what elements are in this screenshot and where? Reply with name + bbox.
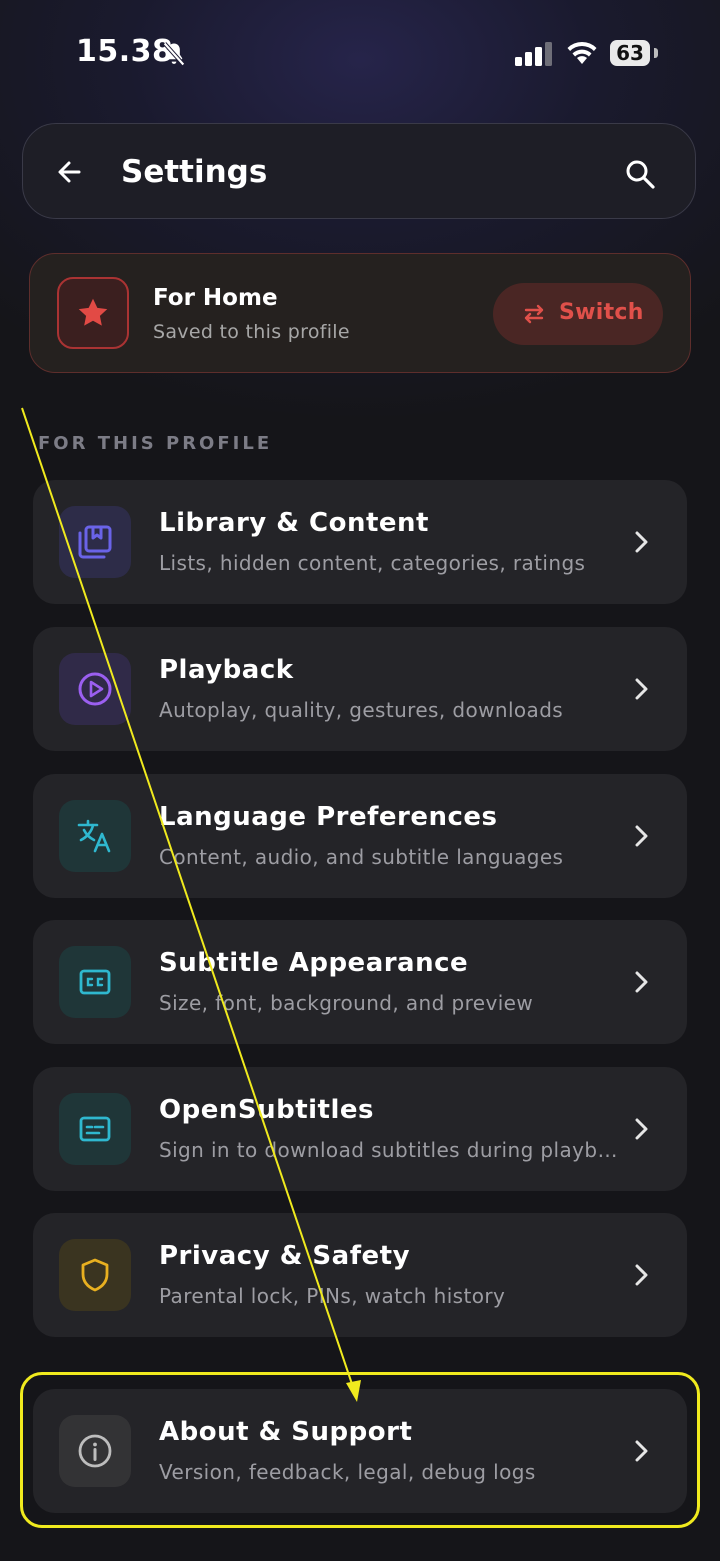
settings-item-library[interactable]: Library & Content Lists, hidden content,… xyxy=(33,480,687,604)
cellular-signal-icon xyxy=(515,42,552,66)
wifi-icon xyxy=(567,41,597,64)
subtitles-icon xyxy=(79,1116,111,1142)
info-icon xyxy=(78,1434,112,1468)
settings-item-subtitle-appearance[interactable]: Subtitle Appearance Size, font, backgrou… xyxy=(33,920,687,1044)
settings-item-subtitle: Sign in to download subtitles during pla… xyxy=(159,1138,629,1162)
settings-item-title: Subtitle Appearance xyxy=(159,948,469,978)
profile-name: For Home xyxy=(153,285,278,311)
settings-item-subtitle: Autoplay, quality, gestures, downloads xyxy=(159,698,564,722)
settings-item-title: About & Support xyxy=(159,1417,413,1447)
shield-icon xyxy=(81,1258,109,1292)
chevron-right-icon xyxy=(635,1264,648,1286)
chevron-right-icon xyxy=(635,678,648,700)
chevron-right-icon xyxy=(635,1118,648,1140)
translate-icon xyxy=(77,819,111,853)
settings-item-title: Library & Content xyxy=(159,508,429,538)
chevron-right-icon xyxy=(635,531,648,553)
search-icon[interactable] xyxy=(623,157,657,191)
settings-item-subtitle: Version, feedback, legal, debug logs xyxy=(159,1460,536,1484)
chevron-right-icon xyxy=(635,1440,648,1462)
settings-item-subtitle: Parental lock, PINs, watch history xyxy=(159,1284,506,1308)
play-circle-icon xyxy=(78,672,112,706)
translate-icon-tile xyxy=(59,800,131,872)
settings-item-privacy[interactable]: Privacy & Safety Parental lock, PINs, wa… xyxy=(33,1213,687,1337)
battery-tip xyxy=(654,48,658,58)
subtitles-icon-tile xyxy=(59,1093,131,1165)
status-time: 15.38 xyxy=(76,34,174,69)
library-icon xyxy=(78,525,112,559)
settings-item-subtitle: Size, font, background, and preview xyxy=(159,991,534,1015)
settings-item-title: Language Preferences xyxy=(159,802,498,832)
captions-icon-tile xyxy=(59,946,131,1018)
info-icon-tile xyxy=(59,1415,131,1487)
settings-item-playback[interactable]: Playback Autoplay, quality, gestures, do… xyxy=(33,627,687,751)
profile-subtitle: Saved to this profile xyxy=(153,321,350,343)
swap-arrows-icon xyxy=(524,304,544,324)
settings-item-title: Privacy & Safety xyxy=(159,1241,411,1271)
star-icon xyxy=(78,298,108,326)
page-title: Settings xyxy=(121,154,268,190)
arrow-left-icon[interactable] xyxy=(53,154,93,190)
settings-item-subtitle: Lists, hidden content, categories, ratin… xyxy=(159,551,586,575)
section-header: FOR THIS PROFILE xyxy=(38,433,273,454)
play-icon-tile xyxy=(59,653,131,725)
battery-indicator: 63 xyxy=(610,40,650,66)
settings-item-about[interactable]: About & Support Version, feedback, legal… xyxy=(33,1389,687,1513)
settings-item-subtitle: Content, audio, and subtitle languages xyxy=(159,845,564,869)
settings-item-title: Playback xyxy=(159,655,294,685)
chevron-right-icon xyxy=(635,971,648,993)
profile-avatar xyxy=(57,277,129,349)
settings-item-title: OpenSubtitles xyxy=(159,1095,374,1125)
library-icon-tile xyxy=(59,506,131,578)
switch-profile-button[interactable]: Switch xyxy=(493,283,663,345)
bell-muted-icon xyxy=(163,42,185,66)
top-app-bar: Settings xyxy=(22,123,696,219)
switch-label: Switch xyxy=(559,300,644,325)
chevron-right-icon xyxy=(635,825,648,847)
settings-item-opensubtitles[interactable]: OpenSubtitles Sign in to download subtit… xyxy=(33,1067,687,1191)
closed-captions-icon xyxy=(79,969,111,995)
shield-icon-tile xyxy=(59,1239,131,1311)
settings-item-language[interactable]: Language Preferences Content, audio, and… xyxy=(33,774,687,898)
profile-card: For Home Saved to this profile Switch xyxy=(29,253,691,373)
status-bar: 15.38 63 xyxy=(0,0,720,100)
